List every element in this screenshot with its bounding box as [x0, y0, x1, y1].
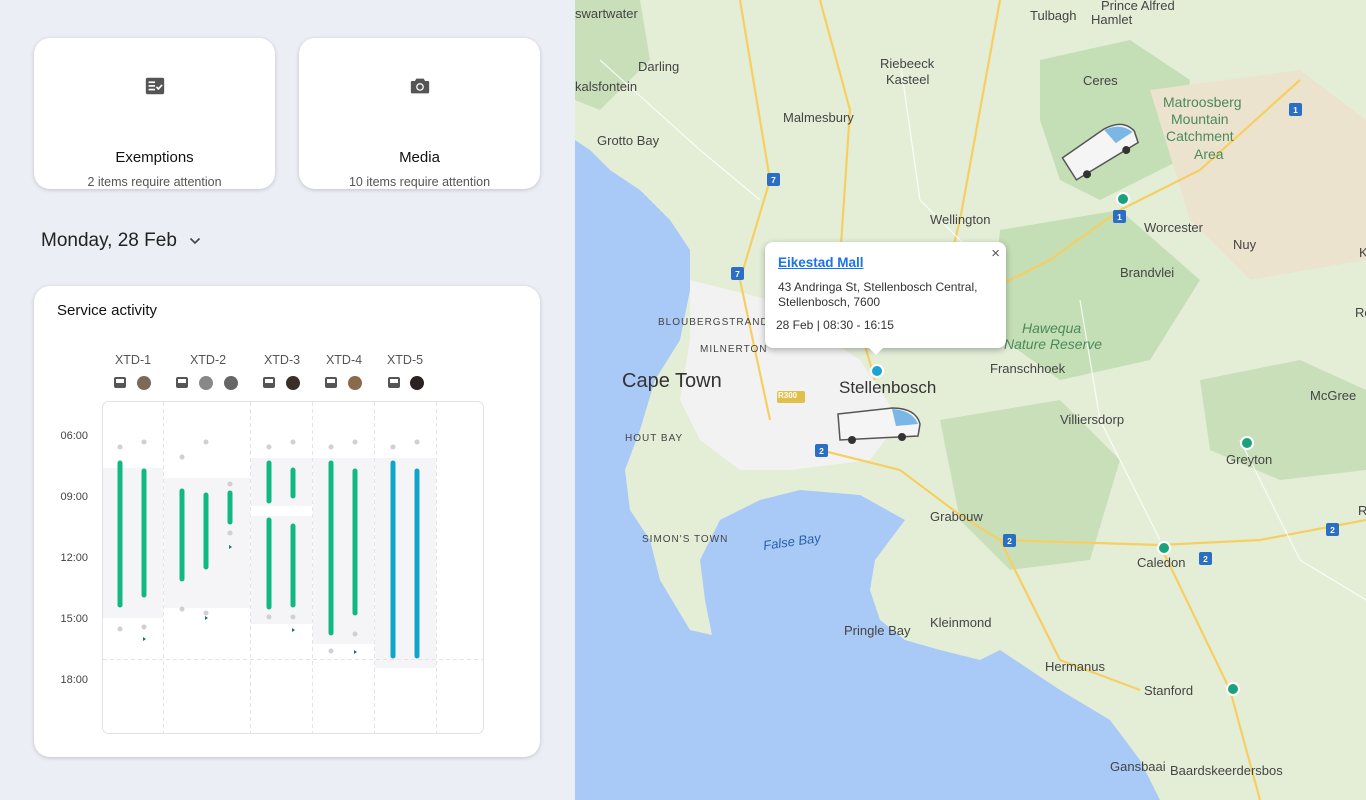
map-label: Stanford — [1144, 683, 1194, 698]
media-subtitle: 10 items require attention — [348, 175, 491, 189]
camera-icon — [410, 78, 429, 94]
exemptions-tile[interactable]: Exemptions 2 items require attention — [34, 38, 275, 189]
bus-icon — [388, 377, 400, 388]
map-label: kalsfontein — [575, 79, 638, 94]
route-shield: 2 — [1007, 536, 1012, 546]
map-label: Malmesbury — [783, 110, 854, 125]
route-shield: 7 — [735, 269, 740, 279]
map-label: Catchment — [1166, 128, 1234, 144]
avatar[interactable] — [410, 376, 424, 390]
map-label: R300 — [778, 391, 798, 400]
map-label: Grotto Bay — [597, 133, 660, 148]
map-label: BLOUBERGSTRAND — [658, 317, 769, 328]
place-address: 43 Andringa St, Stellenbosch Central, St… — [778, 280, 978, 309]
media-title: Media — [399, 149, 440, 166]
map-label: Greyton — [1226, 452, 1273, 467]
map-label: swartwater — [575, 6, 638, 21]
map-label: Tulbagh — [1030, 8, 1077, 23]
column-label: XTD-2 — [190, 353, 226, 367]
map-label: HOUT BAY — [625, 433, 684, 444]
map-label: Caledon — [1137, 555, 1186, 570]
map-label: Hamlet — [1091, 12, 1133, 27]
avatar[interactable] — [224, 376, 238, 390]
map-label: Cape Town — [622, 370, 722, 392]
column-label: XTD-5 — [387, 353, 423, 367]
map-label: Riv — [1358, 503, 1366, 518]
map-label: Brandvlei — [1120, 265, 1175, 280]
map-label: Mountain — [1171, 111, 1229, 127]
chevron-down-icon — [189, 237, 200, 245]
left-panel: Exemptions 2 items require attention Med… — [0, 0, 575, 800]
map-label: MILNERTON — [700, 344, 768, 355]
route-shield: 2 — [1330, 525, 1335, 535]
time-label: 18:00 — [60, 674, 88, 686]
time-label: 12:00 — [60, 552, 88, 564]
bus-icon — [325, 377, 337, 388]
avatar[interactable] — [199, 376, 213, 390]
checklist-icon — [145, 77, 164, 95]
time-label: 06:00 — [60, 430, 88, 442]
map-label: Riebeeck — [880, 56, 935, 71]
route-shield: 2 — [1203, 554, 1208, 564]
place-link[interactable]: Eikestad Mall — [778, 255, 864, 270]
place-time: 28 Feb | 08:30 - 16:15 — [776, 318, 894, 332]
map-label: SIMON'S TOWN — [642, 534, 729, 545]
map-label: Kleinmond — [930, 615, 992, 630]
time-label: 15:00 — [60, 613, 88, 625]
map-label: Nuy — [1233, 237, 1257, 252]
map-label: Hermanus — [1045, 659, 1105, 674]
location-popup: Eikestad Mall 43 Andringa St, Stellenbos… — [765, 242, 1006, 355]
map-label: Gansbaai — [1110, 759, 1166, 774]
column-label: XTD-1 — [115, 353, 151, 367]
avatar[interactable] — [137, 376, 151, 390]
map-label: Franschhoek — [990, 361, 1066, 376]
date-label: Monday, 28 Feb — [41, 230, 177, 251]
map-label: Nature Reserve — [1004, 336, 1103, 352]
bus-icon — [176, 377, 188, 388]
map-label: Ceres — [1083, 73, 1118, 88]
map-view[interactable]: 7 7 1 1 2 2 2 2 swartwater Tulbagh Princ… — [575, 0, 1366, 800]
map-label: Stellenbosch — [839, 378, 937, 397]
service-activity-card: Service activity XTD-1 XTD-2 XTD-3 XTD-4… — [34, 286, 540, 757]
map-label: Kasteel — [886, 72, 930, 87]
map-label: Area — [1194, 146, 1224, 162]
date-selector[interactable]: Monday, 28 Feb — [41, 230, 201, 252]
route-shield: 2 — [819, 446, 824, 456]
map-label: Matroosberg — [1163, 94, 1242, 110]
bus-icon — [114, 377, 126, 388]
map-label: Hawequa — [1022, 320, 1082, 336]
media-tile[interactable]: Media 10 items require attention — [299, 38, 540, 189]
map-label: Ko — [1359, 245, 1366, 260]
map-canvas[interactable]: 7 7 1 1 2 2 2 2 — [575, 0, 1366, 800]
exemptions-title: Exemptions — [115, 149, 194, 166]
avatar[interactable] — [348, 376, 362, 390]
map-label: Wellington — [930, 212, 991, 227]
map-label: McGree — [1310, 388, 1357, 403]
map-label: Grabouw — [930, 509, 983, 524]
map-label: Worcester — [1144, 220, 1203, 235]
column-label: XTD-4 — [326, 353, 362, 367]
bus-icon — [263, 377, 275, 388]
avatar[interactable] — [286, 376, 300, 390]
map-label: Villiersdorp — [1060, 412, 1125, 427]
route-shield: 7 — [771, 175, 776, 185]
route-shield: 1 — [1117, 212, 1122, 222]
map-label: Baardskeerdersbos — [1170, 763, 1283, 778]
column-label: XTD-3 — [264, 353, 300, 367]
exemptions-subtitle: 2 items require attention — [87, 175, 222, 189]
map-label: Pringle Bay — [844, 623, 911, 638]
close-icon[interactable]: × — [991, 245, 1000, 262]
map-label: Ro — [1355, 305, 1366, 320]
map-label: Darling — [638, 59, 680, 74]
time-label: 09:00 — [60, 491, 88, 503]
route-shield: 1 — [1293, 105, 1298, 115]
service-activity-chart: XTD-1 XTD-2 XTD-3 XTD-4 XTD-5 06:00 09:0… — [60, 353, 484, 734]
